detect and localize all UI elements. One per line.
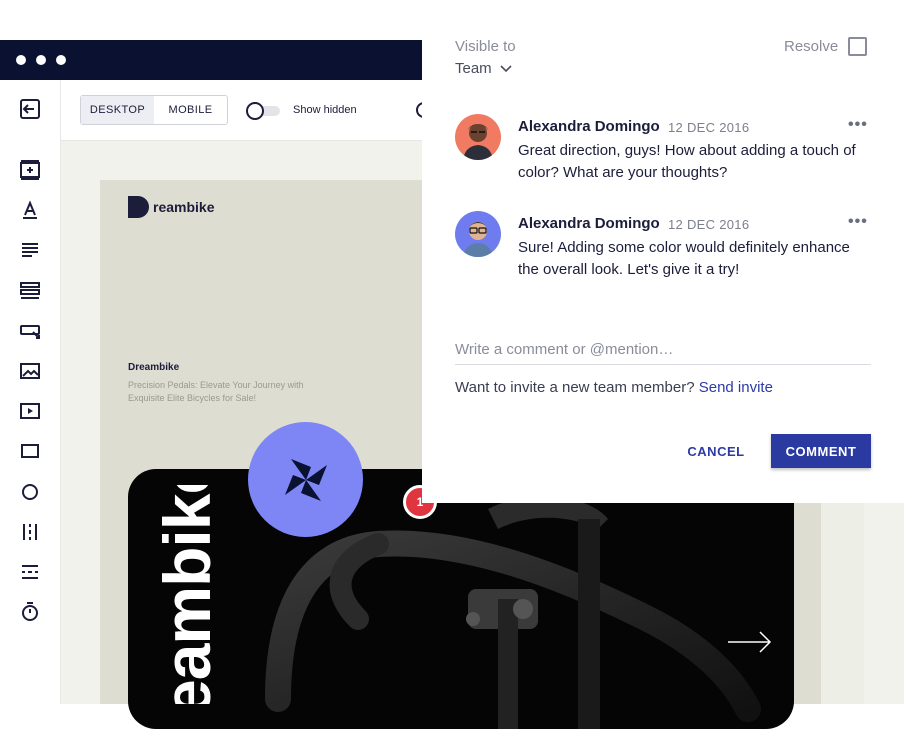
resolve-checkbox[interactable]	[848, 37, 867, 56]
app-logo-button[interactable]	[248, 422, 363, 537]
page-brand-heading: Dreambike	[128, 362, 180, 373]
visibility-value: Team	[455, 60, 492, 77]
invite-line: Want to invite a new team member? Send i…	[455, 379, 773, 396]
send-invite-link[interactable]: Send invite	[699, 379, 773, 396]
show-hidden-label: Show hidden	[293, 104, 357, 116]
rectangle-icon[interactable]	[19, 440, 41, 462]
visibility-select[interactable]: Team	[455, 60, 512, 77]
avatar	[455, 114, 501, 160]
view-switcher: DESKTOP MOBILE	[80, 95, 228, 125]
comment-author: Alexandra Domingo	[518, 215, 660, 232]
comment-text: Sure! Adding some color would definitely…	[518, 239, 850, 278]
window-dot-icon	[36, 55, 46, 65]
avatar	[455, 211, 501, 257]
tab-desktop[interactable]: DESKTOP	[81, 96, 154, 124]
add-section-icon[interactable]	[19, 159, 41, 181]
tab-mobile[interactable]: MOBILE	[154, 96, 227, 124]
pinwheel-icon	[284, 458, 327, 501]
window-dot-icon	[16, 55, 26, 65]
columns-icon[interactable]	[19, 521, 41, 543]
chevron-down-icon	[500, 64, 512, 72]
comment-date: 12 DEC 2016	[668, 217, 750, 232]
more-options-icon[interactable]: •••	[848, 213, 868, 231]
comment-text: Great direction, guys! How about adding …	[518, 142, 856, 181]
comment-date: 12 DEC 2016	[668, 120, 750, 135]
page-edge	[821, 503, 864, 704]
toggle-knob	[246, 102, 264, 120]
visible-to-label: Visible to	[455, 38, 516, 55]
list-icon[interactable]	[19, 279, 41, 301]
comment-submit-button[interactable]: COMMENT	[771, 434, 871, 468]
paragraph-icon[interactable]	[19, 239, 41, 261]
arrow-right-icon[interactable]	[728, 630, 772, 654]
resolve-label: Resolve	[784, 38, 839, 55]
image-icon[interactable]	[19, 360, 41, 382]
text-icon[interactable]	[19, 199, 41, 221]
more-options-icon[interactable]: •••	[848, 116, 868, 134]
page-tagline: Precision Pedals: Elevate Your Journey w…	[128, 380, 304, 403]
timer-icon[interactable]	[19, 601, 41, 623]
circle-icon[interactable]	[19, 481, 41, 503]
hero-vertical-text: eambike	[132, 485, 242, 704]
button-icon[interactable]	[19, 320, 41, 342]
logo-text: reambike	[153, 199, 215, 215]
exit-icon[interactable]	[19, 98, 41, 120]
invite-text: Want to invite a new team member?	[455, 379, 695, 396]
comment-author: Alexandra Domingo	[518, 118, 660, 135]
cancel-button[interactable]: CANCEL	[682, 436, 750, 466]
video-icon[interactable]	[19, 400, 41, 422]
comment-input[interactable]	[455, 334, 871, 365]
window-titlebar	[0, 40, 422, 80]
show-hidden-toggle[interactable]	[246, 102, 280, 120]
hero-text: eambike	[150, 485, 224, 704]
tool-sidebar	[0, 80, 61, 704]
window-dot-icon	[56, 55, 66, 65]
logo-mark-icon	[128, 196, 150, 218]
divider-icon[interactable]	[19, 561, 41, 583]
